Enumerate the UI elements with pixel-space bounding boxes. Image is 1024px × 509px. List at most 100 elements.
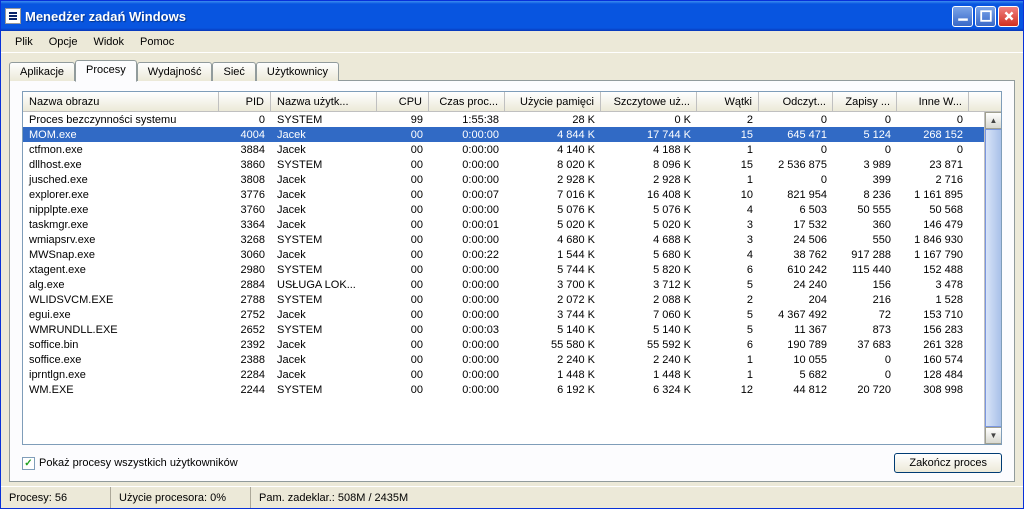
col-pid[interactable]: PID [219,92,271,111]
table-cell: 190 789 [759,339,833,351]
col-cpu[interactable]: CPU [377,92,429,111]
table-cell: 00 [377,279,429,291]
table-cell: 1 448 K [601,369,697,381]
table-row[interactable]: WM.EXE2244SYSTEM000:00:006 192 K6 324 K1… [23,382,984,397]
table-cell: 3364 [219,219,271,231]
table-cell: 28 K [505,114,601,126]
table-cell: 5 [697,309,759,321]
table-row[interactable]: jusched.exe3808Jacek000:00:002 928 K2 92… [23,172,984,187]
tab-processes[interactable]: Procesy [75,60,137,82]
table-cell: 160 574 [897,354,969,366]
vertical-scrollbar[interactable]: ▲ ▼ [984,112,1001,444]
table-row[interactable]: ctfmon.exe3884Jacek000:00:004 140 K4 188… [23,142,984,157]
table-cell: SYSTEM [271,264,377,276]
process-list: Nazwa obrazu PID Nazwa użytk... CPU Czas… [22,91,1002,445]
table-row[interactable]: xtagent.exe2980SYSTEM000:00:005 744 K5 8… [23,262,984,277]
table-row[interactable]: alg.exe2884USŁUGA LOK...000:00:003 700 K… [23,277,984,292]
table-cell: 4 367 492 [759,309,833,321]
col-cpu-time[interactable]: Czas proc... [429,92,505,111]
col-writes[interactable]: Zapisy ... [833,92,897,111]
table-cell: 3268 [219,234,271,246]
col-threads[interactable]: Wątki [697,92,759,111]
tab-performance[interactable]: Wydajność [137,62,213,81]
table-cell: 2 [697,114,759,126]
table-cell: 3808 [219,174,271,186]
table-cell: 00 [377,189,429,201]
table-row[interactable]: dllhost.exe3860SYSTEM000:00:008 020 K8 0… [23,157,984,172]
menu-options[interactable]: Opcje [41,34,86,50]
table-row[interactable]: iprntlgn.exe2284Jacek000:00:001 448 K1 4… [23,367,984,382]
table-cell: 5 820 K [601,264,697,276]
table-cell: 8 020 K [505,159,601,171]
table-row[interactable]: soffice.exe2388Jacek000:00:002 240 K2 24… [23,352,984,367]
scroll-down-button[interactable]: ▼ [985,427,1001,444]
table-row[interactable]: wmiapsrv.exe3268SYSTEM000:00:004 680 K4 … [23,232,984,247]
col-other[interactable]: Inne W... [897,92,969,111]
table-cell: 0 [833,144,897,156]
end-process-button[interactable]: Zakończ proces [894,453,1002,473]
table-cell: 8 236 [833,189,897,201]
table-cell: 1 528 [897,294,969,306]
maximize-button[interactable] [975,6,996,27]
table-cell: 1 161 895 [897,189,969,201]
col-reads[interactable]: Odczyt... [759,92,833,111]
table-cell: 00 [377,234,429,246]
table-cell: 4 [697,249,759,261]
show-all-users-checkbox[interactable]: ✓ Pokaż procesy wszystkich użytkowników [22,457,238,470]
tab-networking[interactable]: Sieć [212,62,255,81]
menu-view[interactable]: Widok [85,34,132,50]
menu-help[interactable]: Pomoc [132,34,182,50]
table-cell: 2244 [219,384,271,396]
panel-footer: ✓ Pokaż procesy wszystkich użytkowników … [22,445,1002,473]
col-image-name[interactable]: Nazwa obrazu [23,92,219,111]
task-manager-window: Menedżer zadań Windows Plik Opcje Widok … [0,0,1024,509]
table-cell: 3060 [219,249,271,261]
tab-users[interactable]: Użytkownicy [256,62,339,81]
scroll-thumb[interactable] [985,129,1001,427]
table-cell: 3776 [219,189,271,201]
process-list-body[interactable]: Proces bezczynności systemu0SYSTEM991:55… [23,112,1001,444]
table-row[interactable]: WLIDSVCM.EXE2788SYSTEM000:00:002 072 K2 … [23,292,984,307]
titlebar[interactable]: Menedżer zadań Windows [1,1,1023,31]
table-cell: SYSTEM [271,384,377,396]
table-cell: 4 [697,204,759,216]
col-mem[interactable]: Użycie pamięci [505,92,601,111]
table-cell: Jacek [271,354,377,366]
table-cell: 3 744 K [505,309,601,321]
table-row[interactable]: nipplpte.exe3760Jacek000:00:005 076 K5 0… [23,202,984,217]
col-peak-mem[interactable]: Szczytowe uż... [601,92,697,111]
table-cell: 8 096 K [601,159,697,171]
table-cell: 15 [697,129,759,141]
table-cell: 0:00:00 [429,339,505,351]
table-cell: 00 [377,309,429,321]
table-cell: 0 K [601,114,697,126]
table-cell: 10 [697,189,759,201]
table-row[interactable]: soffice.bin2392Jacek000:00:0055 580 K55 … [23,337,984,352]
table-row[interactable]: WMRUNDLL.EXE2652SYSTEM000:00:035 140 K5 … [23,322,984,337]
tab-applications[interactable]: Aplikacje [9,62,75,81]
table-cell: 5 076 K [601,204,697,216]
scroll-up-button[interactable]: ▲ [985,112,1001,129]
close-button[interactable] [998,6,1019,27]
table-row[interactable]: explorer.exe3776Jacek000:00:077 016 K16 … [23,187,984,202]
table-cell: 3884 [219,144,271,156]
table-cell: 55 580 K [505,339,601,351]
table-cell: 0:00:00 [429,369,505,381]
table-cell: 4004 [219,129,271,141]
table-cell: MWSnap.exe [23,249,219,261]
table-row[interactable]: MOM.exe4004Jacek000:00:004 844 K17 744 K… [23,127,984,142]
table-cell: 917 288 [833,249,897,261]
menu-file[interactable]: Plik [7,34,41,50]
table-row[interactable]: Proces bezczynności systemu0SYSTEM991:55… [23,112,984,127]
col-user[interactable]: Nazwa użytk... [271,92,377,111]
table-cell: 156 283 [897,324,969,336]
table-cell: 0 [759,174,833,186]
processes-panel: Nazwa obrazu PID Nazwa użytk... CPU Czas… [9,80,1015,482]
table-cell: 15 [697,159,759,171]
table-row[interactable]: egui.exe2752Jacek000:00:003 744 K7 060 K… [23,307,984,322]
table-row[interactable]: taskmgr.exe3364Jacek000:00:015 020 K5 02… [23,217,984,232]
column-headers: Nazwa obrazu PID Nazwa użytk... CPU Czas… [23,92,1001,112]
table-cell: 17 532 [759,219,833,231]
table-row[interactable]: MWSnap.exe3060Jacek000:00:221 544 K5 680… [23,247,984,262]
minimize-button[interactable] [952,6,973,27]
